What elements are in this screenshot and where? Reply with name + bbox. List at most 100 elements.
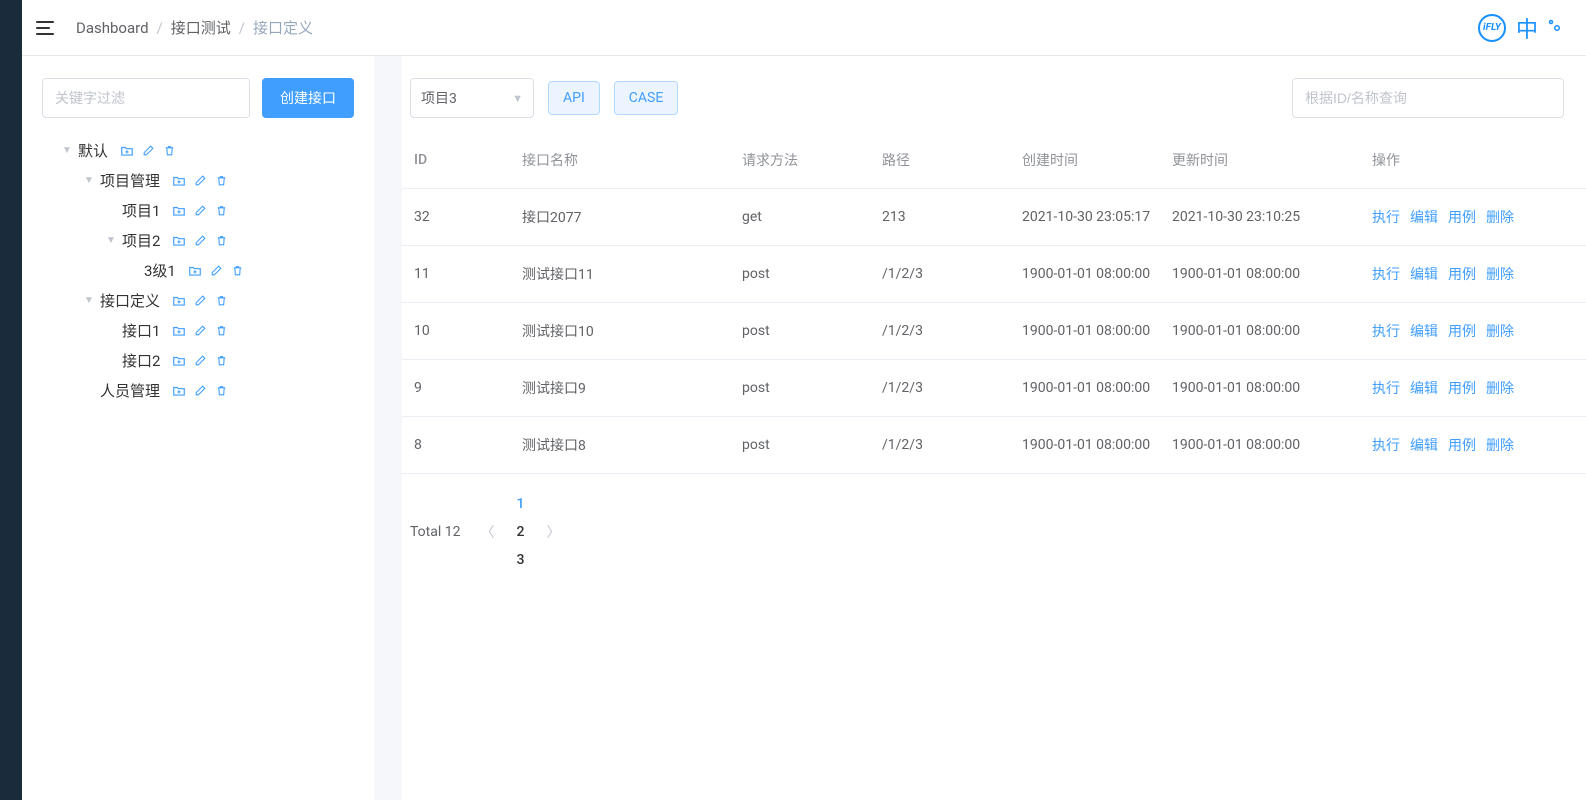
breadcrumb-dashboard[interactable]: Dashboard: [76, 19, 149, 37]
delete-icon[interactable]: [215, 234, 228, 248]
add-folder-icon[interactable]: [172, 324, 186, 338]
delete-icon[interactable]: [215, 384, 228, 398]
delete-icon[interactable]: [163, 144, 176, 158]
tree-node-person-mgmt[interactable]: 人员管理: [100, 376, 160, 406]
delete-icon[interactable]: [215, 204, 228, 218]
edit-icon[interactable]: [194, 234, 207, 248]
cell-path: /1/2/3: [872, 303, 1012, 360]
edit-icon[interactable]: [194, 324, 207, 338]
tree-node-level3-1[interactable]: 3级1: [144, 256, 176, 286]
cell-updated: 2021-10-30 23:10:25: [1162, 189, 1362, 246]
caret-down-icon[interactable]: ▼: [106, 226, 116, 256]
action-case[interactable]: 用例: [1448, 438, 1476, 454]
action-delete[interactable]: 删除: [1486, 324, 1514, 340]
col-header-method: 请求方法: [732, 132, 872, 189]
tree-node-api2[interactable]: 接口2: [122, 346, 160, 376]
caret-down-icon[interactable]: ▼: [62, 136, 72, 166]
action-edit[interactable]: 编辑: [1410, 381, 1438, 397]
pagination: Total 12 〈 123 〉: [402, 474, 1586, 590]
cell-actions: 执行编辑用例删除: [1362, 189, 1586, 246]
delete-icon[interactable]: [215, 354, 228, 368]
action-case[interactable]: 用例: [1448, 381, 1476, 397]
cell-id: 11: [402, 246, 512, 303]
caret-down-icon[interactable]: ▼: [84, 286, 94, 316]
tree-node-project2[interactable]: 项目2: [122, 226, 160, 256]
action-edit[interactable]: 编辑: [1410, 324, 1438, 340]
action-execute[interactable]: 执行: [1372, 324, 1400, 340]
action-edit[interactable]: 编辑: [1410, 210, 1438, 226]
language-toggle[interactable]: 中: [1516, 12, 1538, 44]
cell-method: get: [732, 189, 872, 246]
action-delete[interactable]: 删除: [1486, 210, 1514, 226]
chevron-down-icon: ▼: [512, 92, 523, 105]
tab-case[interactable]: CASE: [614, 81, 679, 115]
edit-icon[interactable]: [194, 174, 207, 188]
cell-actions: 执行编辑用例删除: [1362, 417, 1586, 474]
add-folder-icon[interactable]: [188, 264, 202, 278]
edit-icon[interactable]: [142, 144, 155, 158]
tab-api[interactable]: API: [548, 81, 600, 115]
breadcrumb-level2[interactable]: 接口测试: [171, 17, 231, 38]
ifly-logo-icon[interactable]: iFLY: [1478, 14, 1506, 42]
tool-icon[interactable]: [1548, 19, 1566, 37]
action-execute[interactable]: 执行: [1372, 267, 1400, 283]
cell-created: 1900-01-01 08:00:00: [1012, 303, 1162, 360]
pagination-prev-icon[interactable]: 〈: [480, 522, 494, 542]
delete-icon[interactable]: [215, 174, 228, 188]
action-case[interactable]: 用例: [1448, 210, 1476, 226]
delete-icon[interactable]: [215, 324, 228, 338]
action-delete[interactable]: 删除: [1486, 267, 1514, 283]
cell-method: post: [732, 303, 872, 360]
action-case[interactable]: 用例: [1448, 267, 1476, 283]
search-input[interactable]: [1292, 78, 1564, 118]
project-select[interactable]: 项目3 ▼: [410, 78, 534, 118]
delete-icon[interactable]: [215, 294, 228, 308]
tree-node-api1[interactable]: 接口1: [122, 316, 160, 346]
add-folder-icon[interactable]: [172, 204, 186, 218]
tree-node-project-mgmt[interactable]: 项目管理: [100, 166, 160, 196]
add-folder-icon[interactable]: [172, 384, 186, 398]
add-folder-icon[interactable]: [120, 144, 134, 158]
menu-toggle-icon[interactable]: [36, 17, 58, 39]
action-delete[interactable]: 删除: [1486, 438, 1514, 454]
cell-updated: 1900-01-01 08:00:00: [1162, 246, 1362, 303]
edit-icon[interactable]: [194, 354, 207, 368]
tree-node-api-def[interactable]: 接口定义: [100, 286, 160, 316]
action-edit[interactable]: 编辑: [1410, 438, 1438, 454]
cell-name: 测试接口10: [512, 303, 732, 360]
pagination-next-icon[interactable]: 〉: [546, 522, 560, 542]
action-execute[interactable]: 执行: [1372, 210, 1400, 226]
table-row: 10测试接口10post/1/2/31900-01-01 08:00:00190…: [402, 303, 1586, 360]
pagination-page[interactable]: 1: [506, 490, 534, 518]
add-folder-icon[interactable]: [172, 234, 186, 248]
add-folder-icon[interactable]: [172, 294, 186, 308]
edit-icon[interactable]: [194, 384, 207, 398]
pagination-page[interactable]: 3: [506, 546, 534, 574]
cell-created: 1900-01-01 08:00:00: [1012, 360, 1162, 417]
tree-node-default[interactable]: 默认: [78, 136, 108, 166]
create-api-button[interactable]: 创建接口: [262, 78, 354, 118]
col-header-created: 创建时间: [1012, 132, 1162, 189]
add-folder-icon[interactable]: [172, 174, 186, 188]
cell-method: post: [732, 417, 872, 474]
edit-icon[interactable]: [194, 204, 207, 218]
delete-icon[interactable]: [231, 264, 244, 278]
cell-name: 测试接口8: [512, 417, 732, 474]
tree-filter-input[interactable]: [42, 78, 250, 118]
col-header-id: ID: [402, 132, 512, 189]
cell-id: 9: [402, 360, 512, 417]
action-case[interactable]: 用例: [1448, 324, 1476, 340]
action-execute[interactable]: 执行: [1372, 438, 1400, 454]
add-folder-icon[interactable]: [172, 354, 186, 368]
action-edit[interactable]: 编辑: [1410, 267, 1438, 283]
caret-down-icon[interactable]: ▼: [84, 166, 94, 196]
cell-name: 测试接口11: [512, 246, 732, 303]
cell-actions: 执行编辑用例删除: [1362, 303, 1586, 360]
pagination-total: Total 12: [410, 524, 460, 540]
edit-icon[interactable]: [194, 294, 207, 308]
tree-node-project1[interactable]: 项目1: [122, 196, 160, 226]
action-delete[interactable]: 删除: [1486, 381, 1514, 397]
action-execute[interactable]: 执行: [1372, 381, 1400, 397]
pagination-page[interactable]: 2: [506, 518, 534, 546]
edit-icon[interactable]: [210, 264, 223, 278]
